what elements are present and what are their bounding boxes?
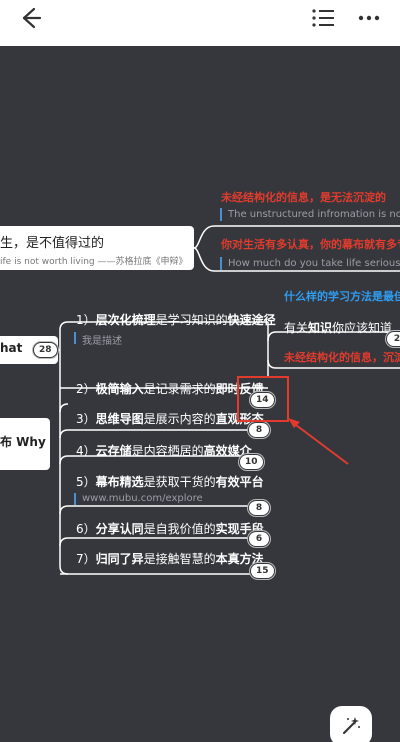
note-red-2: 你对生活有多认真，你的幕布就有多专业 bbox=[221, 238, 400, 251]
item-5-note[interactable]: www.mubu.com/explore bbox=[82, 493, 203, 504]
why-label: 布 Why bbox=[0, 435, 46, 449]
item-1-note-bar bbox=[74, 332, 76, 344]
outline-list-icon[interactable] bbox=[310, 6, 336, 30]
knowledge-pre: 有关 bbox=[284, 321, 309, 335]
list-item-6[interactable]: 6）分享认同是自我价值的实现手段 bbox=[76, 520, 264, 537]
list-item-5[interactable]: 5）幕布精选是获取干货的有效平台 bbox=[76, 473, 264, 490]
annotation-arrow-icon bbox=[288, 418, 349, 465]
knowledge-bold: 知识 bbox=[308, 321, 333, 335]
list-item-3[interactable]: 3）思维导图是展示内容的直观形态 bbox=[76, 410, 264, 427]
note-bar-2 bbox=[220, 257, 222, 270]
why-node[interactable]: 布 Why bbox=[0, 418, 50, 470]
list-item-7[interactable]: 7）归同了异是接触智慧的本真方法 bbox=[76, 550, 264, 567]
knowledge-count-badge[interactable]: 2 bbox=[386, 331, 400, 347]
note-bar-1 bbox=[220, 208, 222, 221]
magic-wand-button[interactable] bbox=[330, 706, 372, 742]
note-gray-1: The unstructured infromation is not your… bbox=[228, 209, 400, 220]
back-arrow-icon[interactable] bbox=[16, 6, 44, 30]
item-6-count-badge[interactable]: 6 bbox=[248, 531, 270, 547]
top-toolbar bbox=[0, 0, 400, 46]
quote-title: 生，是不值得过的 bbox=[0, 236, 105, 251]
mindmap-canvas[interactable]: 未经结构化的信息，是无法沉淀的 The unstructured infroma… bbox=[0, 46, 400, 742]
item-1-note: 我是描述 bbox=[82, 336, 122, 347]
list-item-4[interactable]: 4）云存储是内容栖居的高效媒介 bbox=[76, 442, 252, 459]
note-red-1: 未经结构化的信息，是无法沉淀的 bbox=[221, 191, 386, 204]
list-item-2[interactable]: 2）极简输入是记录需求的即时反馈 bbox=[76, 380, 264, 397]
item-5-note-bar bbox=[74, 493, 76, 505]
what-count-badge[interactable]: 28 bbox=[33, 342, 58, 358]
quote-subtitle: ife is not worth living ——苏格拉底《申辩》 bbox=[0, 257, 188, 267]
note-red-3: 未经结构化的信息，沉淀 bbox=[284, 351, 400, 364]
item-3-count-badge[interactable]: 8 bbox=[248, 422, 270, 438]
more-dots-icon[interactable] bbox=[356, 6, 382, 30]
list-item-1[interactable]: 1）层次化梳理是学习知识的快速途径 bbox=[76, 311, 276, 328]
question-text: 什么样的学习方法是最佳 bbox=[284, 290, 400, 303]
item-5-count-badge[interactable]: 8 bbox=[248, 500, 270, 516]
quote-node[interactable]: 生，是不值得过的 ife is not worth living ——苏格拉底《… bbox=[0, 226, 194, 270]
note-gray-2: How much do you take life seriously, how… bbox=[228, 258, 400, 269]
knowledge-tail: 你应该知道 bbox=[332, 321, 393, 335]
magic-wand-icon bbox=[343, 717, 360, 734]
knowledge-node[interactable]: 有关知识你应该知道 bbox=[284, 319, 392, 336]
item-7-count-badge[interactable]: 15 bbox=[250, 563, 275, 579]
what-label: hat bbox=[0, 341, 23, 355]
item-4-count-badge[interactable]: 10 bbox=[239, 454, 264, 470]
